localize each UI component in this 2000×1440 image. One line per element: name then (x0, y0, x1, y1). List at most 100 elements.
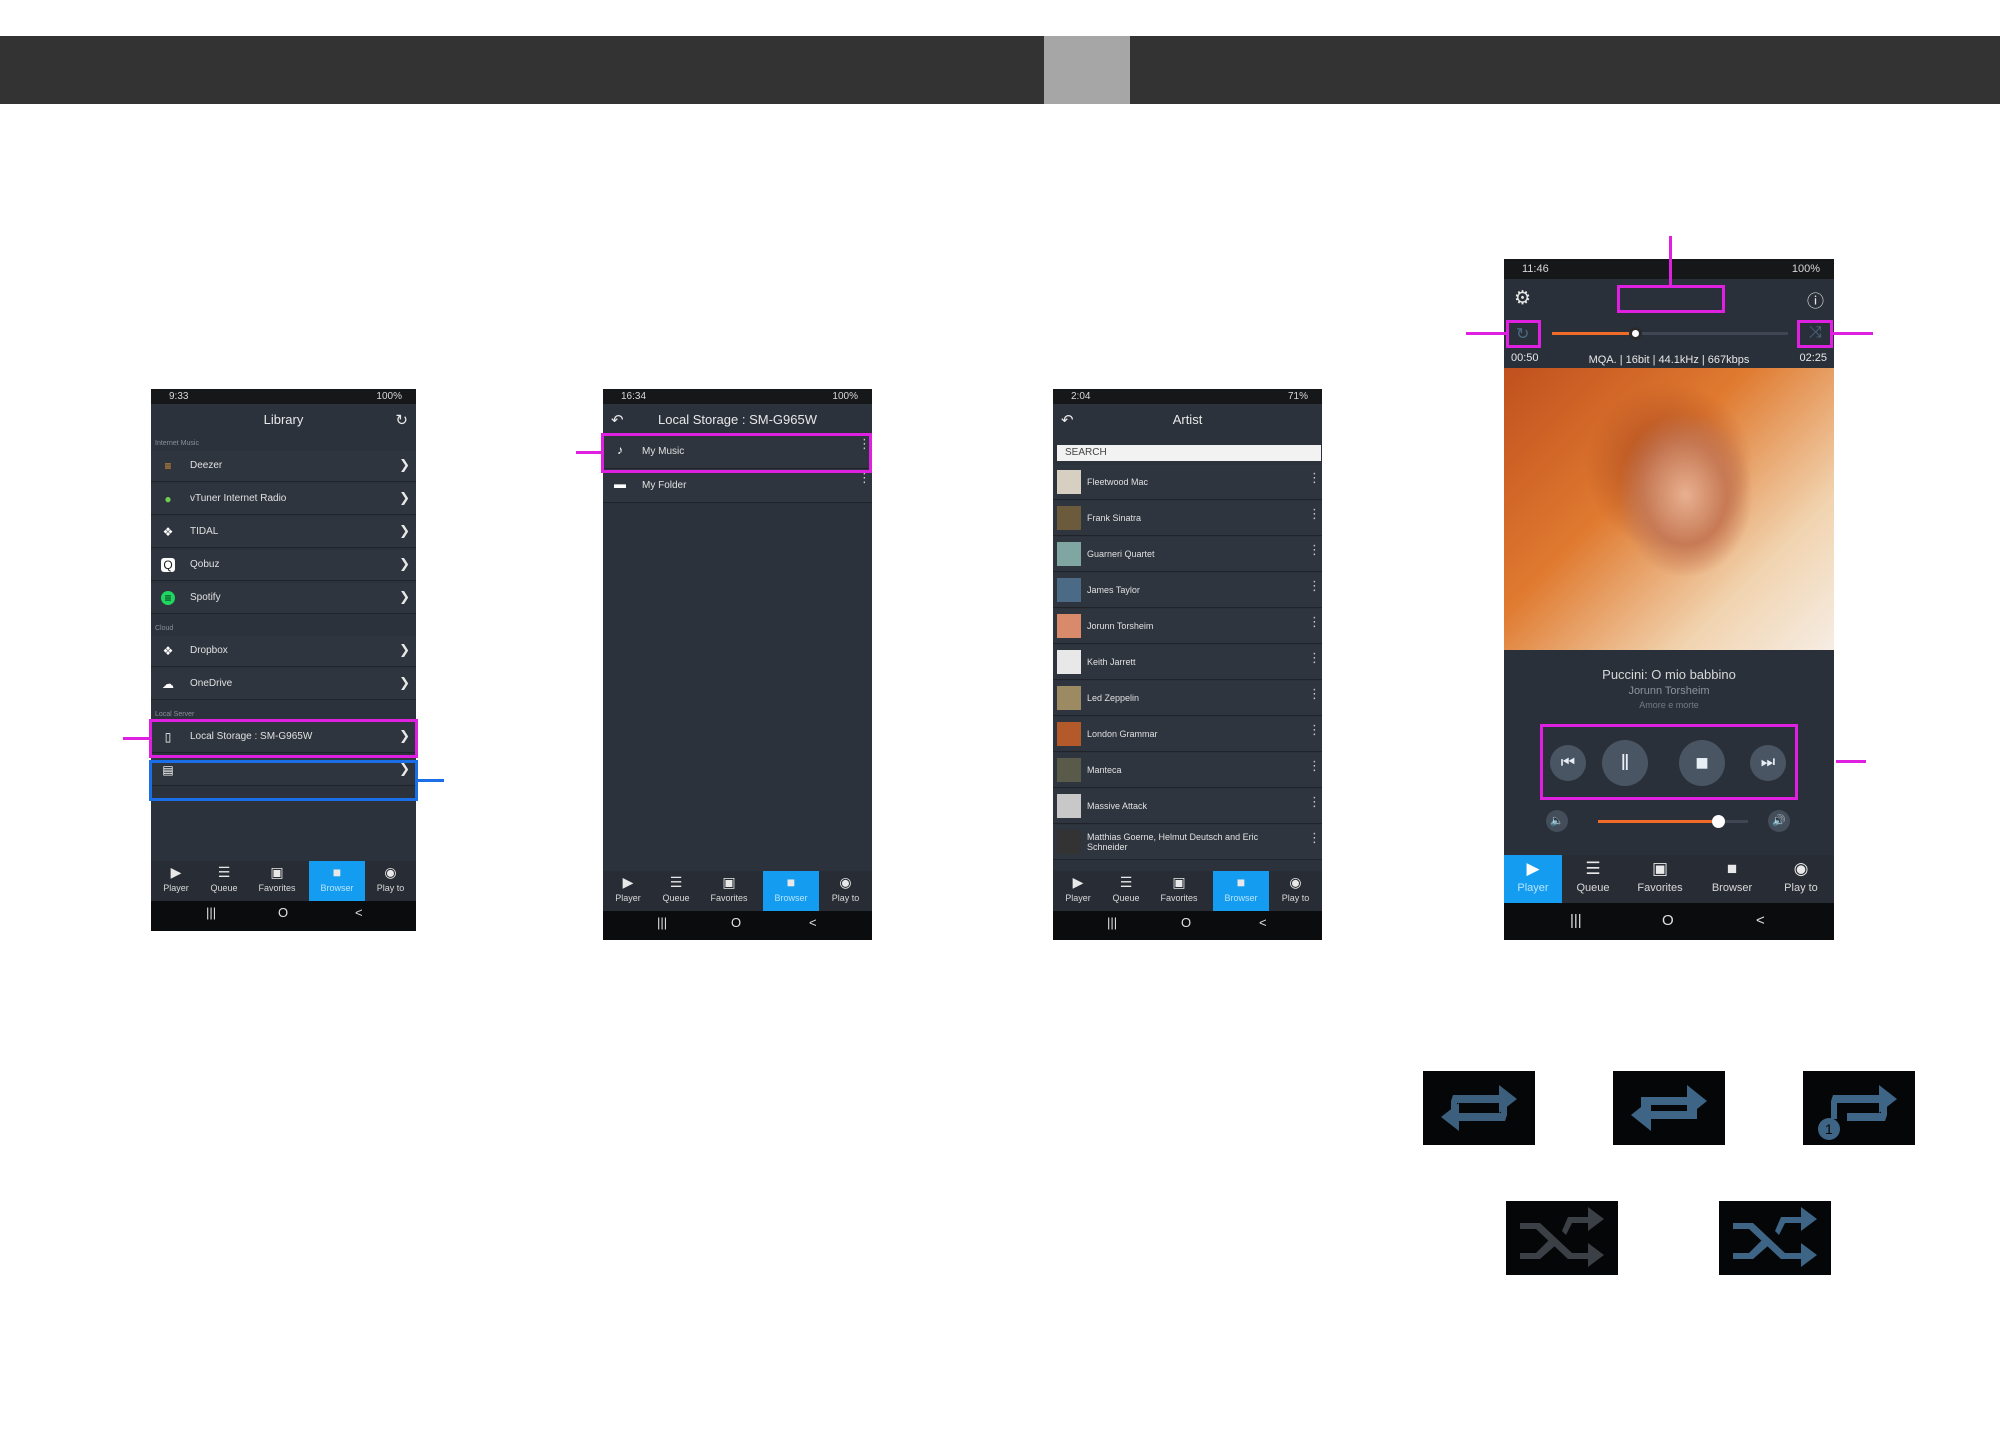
list-item-tidal[interactable]: ❖ TIDAL ❯ (151, 517, 416, 548)
nav-browser[interactable]: ■ Browser (763, 871, 819, 911)
artist-name: Guarneri Quartet (1087, 549, 1155, 559)
nav-play-to[interactable]: ◉ Play to (1269, 871, 1322, 911)
nav-play-to[interactable]: ◉ Play to (1768, 855, 1834, 903)
battery-level: 100% (1791, 263, 1820, 275)
page-title: Artist (1172, 412, 1203, 427)
back-button[interactable]: < (355, 905, 363, 920)
chevron-right-icon: ❯ (399, 642, 410, 657)
battery-level: 100% (832, 391, 858, 402)
dropbox-icon: ❖ (162, 644, 174, 658)
back-button[interactable]: < (809, 915, 817, 930)
favorites-icon: ▣ (1172, 874, 1186, 890)
nav-queue[interactable]: ☰ Queue (201, 861, 247, 901)
play-icon: ▶ (1526, 859, 1540, 878)
more-options-icon[interactable]: ⋮ (1308, 687, 1321, 700)
list-item-artist[interactable]: Manteca ⋮ (1053, 753, 1322, 788)
chevron-right-icon: ❯ (399, 556, 410, 571)
list-item-deezer[interactable]: ≡ Deezer ❯ (151, 451, 416, 482)
nav-queue[interactable]: ☰ Queue (1103, 871, 1149, 911)
progress-knob[interactable] (1628, 327, 1642, 340)
home-button[interactable]: O (731, 915, 741, 930)
refresh-icon[interactable]: ↻ (395, 411, 408, 429)
nav-play-to[interactable]: ◉ Play to (365, 861, 416, 901)
nav-queue[interactable]: ☰ Queue (1562, 855, 1624, 903)
back-button[interactable]: < (1259, 915, 1267, 930)
battery-level: 71% (1287, 391, 1308, 402)
nav-browser[interactable]: ■ Browser (1213, 871, 1269, 911)
more-options-icon[interactable]: ⋮ (858, 471, 871, 484)
list-item-onedrive[interactable]: ☁ OneDrive ❯ (151, 669, 416, 700)
nav-browser[interactable]: ■ Browser (1696, 855, 1768, 903)
list-item-spotify[interactable]: ≡ Spotify ❯ (151, 583, 416, 614)
nav-player[interactable]: ▶ Player (1504, 855, 1562, 903)
more-options-icon[interactable]: ⋮ (1308, 543, 1321, 556)
volume-track[interactable] (1598, 815, 1748, 828)
nav-favorites[interactable]: ▣ Favorites (1149, 871, 1209, 911)
list-item-artist[interactable]: Frank Sinatra ⋮ (1053, 501, 1322, 536)
nav-player[interactable]: ▶ Player (1053, 871, 1103, 911)
volume-fill (1598, 820, 1718, 823)
list-item-artist[interactable]: Jorunn Torsheim ⋮ (1053, 609, 1322, 644)
shuffle-on-badge (1719, 1201, 1831, 1275)
home-button[interactable]: O (278, 905, 288, 920)
list-item-artist[interactable]: James Taylor ⋮ (1053, 573, 1322, 608)
list-item-artist[interactable]: Massive Attack ⋮ (1053, 789, 1322, 824)
list-item-artist[interactable]: Fleetwood Mac ⋮ (1053, 465, 1322, 500)
list-item-qobuz[interactable]: Q Qobuz ❯ (151, 550, 416, 581)
more-options-icon[interactable]: ⋮ (1308, 471, 1321, 484)
info-icon[interactable]: ⓘ (1807, 287, 1824, 312)
folder-icon: ▬ (614, 477, 626, 491)
list-item-artist[interactable]: Keith Jarrett ⋮ (1053, 645, 1322, 680)
recent-apps-button[interactable]: ||| (657, 915, 667, 930)
artist-name: Frank Sinatra (1087, 513, 1142, 523)
repeat-one-icon: 1 (1818, 1085, 1897, 1140)
recent-apps-button[interactable]: ||| (1570, 912, 1582, 929)
page-title: Library (263, 412, 304, 427)
recent-apps-button[interactable]: ||| (1107, 915, 1117, 930)
home-button[interactable]: O (1662, 912, 1674, 929)
list-item-dropbox[interactable]: ❖ Dropbox ❯ (151, 636, 416, 667)
nav-queue[interactable]: ☰ Queue (653, 871, 699, 911)
nav-favorites[interactable]: ▣ Favorites (247, 861, 307, 901)
volume-up-icon[interactable]: 🔊 (1768, 810, 1790, 832)
callout-line (123, 737, 151, 740)
more-options-icon[interactable]: ⋮ (1308, 507, 1321, 520)
nav-play-to[interactable]: ◉ Play to (819, 871, 872, 911)
highlight-repeat (1506, 320, 1541, 348)
artist-name: Fleetwood Mac (1087, 477, 1149, 487)
nav-browser[interactable]: ■ Browser (309, 861, 365, 901)
recent-apps-button[interactable]: ||| (206, 905, 216, 920)
play-icon: ▶ (1072, 874, 1084, 890)
nav-favorites[interactable]: ▣ Favorites (1624, 855, 1696, 903)
home-button[interactable]: O (1181, 915, 1191, 930)
highlight-local-storage (149, 719, 418, 758)
more-options-icon[interactable]: ⋮ (1308, 615, 1321, 628)
back-button[interactable]: < (1756, 912, 1765, 929)
repeat-all-badge (1613, 1071, 1725, 1145)
list-item-artist[interactable]: London Grammar ⋮ (1053, 717, 1322, 752)
list-item-artist[interactable]: Guarneri Quartet ⋮ (1053, 537, 1322, 572)
list-item-artist[interactable]: Matthias Goerne, Helmut Deutsch and Eric… (1053, 825, 1322, 860)
progress-track[interactable] (1552, 327, 1788, 340)
more-options-icon[interactable]: ⋮ (1308, 723, 1321, 736)
list-item-vtuner[interactable]: ● vTuner Internet Radio ❯ (151, 484, 416, 515)
artist-name: Massive Attack (1087, 801, 1148, 811)
more-options-icon[interactable]: ⋮ (1308, 831, 1321, 844)
more-options-icon[interactable]: ⋮ (1308, 795, 1321, 808)
more-options-icon[interactable]: ⋮ (1308, 579, 1321, 592)
gear-icon[interactable]: ⚙ (1514, 287, 1531, 310)
artist-thumbnail (1057, 830, 1081, 854)
volume-knob[interactable] (1712, 815, 1725, 828)
more-options-icon[interactable]: ⋮ (1308, 759, 1321, 772)
artist-thumbnail (1057, 542, 1081, 566)
more-options-icon[interactable]: ⋮ (1308, 651, 1321, 664)
volume-mute-icon[interactable]: 🔈 (1546, 810, 1568, 832)
nav-player[interactable]: ▶ Player (151, 861, 201, 901)
nav-player[interactable]: ▶ Player (603, 871, 653, 911)
nav-favorites[interactable]: ▣ Favorites (699, 871, 759, 911)
battery-level: 100% (376, 391, 402, 402)
list-item-artist[interactable]: Led Zeppelin ⋮ (1053, 681, 1322, 716)
deezer-icon: ≡ (164, 459, 172, 473)
search-input[interactable]: SEARCH (1057, 445, 1321, 461)
list-item-my-folder[interactable]: ▬ My Folder ⋮ (603, 469, 872, 503)
